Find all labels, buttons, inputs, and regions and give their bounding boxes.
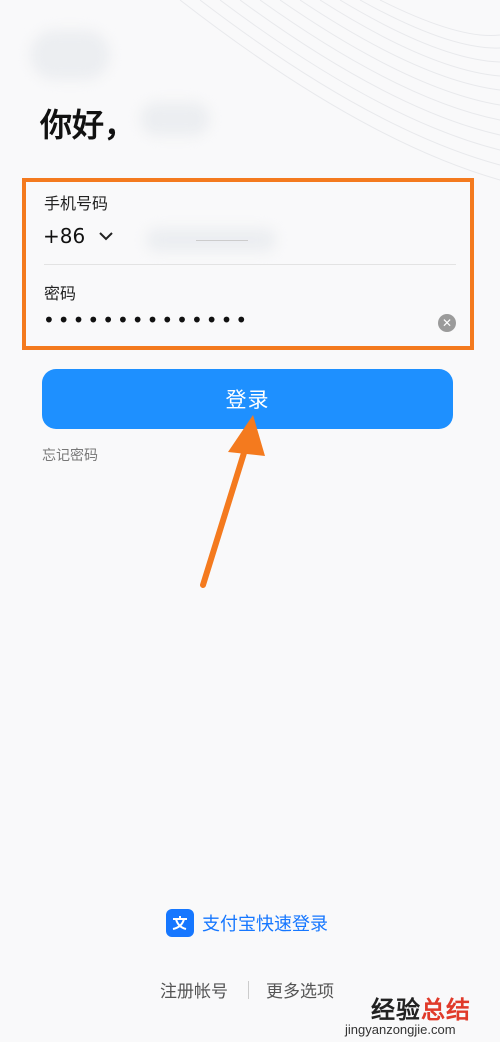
link-separator [248,981,249,999]
blurred-username [140,102,210,136]
alipay-login-label: 支付宝快速登录 [202,914,328,935]
watermark: 经验总结 jingyanzongjie.com [345,990,495,1040]
watermark-url: jingyanzongjie.com [345,1022,456,1037]
phone-underline [196,240,248,241]
phone-label: 手机号码 [44,194,109,213]
more-options-link[interactable]: 更多选项 [266,977,334,1002]
watermark-title: 经验总结 [371,996,471,1024]
greeting-title: 你好， [40,106,137,144]
country-code: +86 [43,224,86,248]
register-link[interactable]: 注册帐号 [160,977,228,1002]
login-form-highlight: 手机号码 +86 密码 •••••••••••••• ✕ [22,178,474,350]
password-input[interactable]: •••••••••••••• [43,308,250,332]
field-divider [44,264,456,265]
country-code-selector[interactable]: +86 [43,224,115,248]
alipay-quick-login[interactable]: 支付宝快速登录 [166,909,328,937]
alipay-icon [166,909,194,937]
blurred-avatar [30,30,110,80]
chevron-down-icon [99,232,113,241]
clear-icon[interactable]: ✕ [438,314,456,332]
password-label: 密码 [44,284,77,303]
forgot-password-link[interactable]: 忘记密码 [42,445,98,465]
login-button[interactable]: 登录 [42,369,453,429]
